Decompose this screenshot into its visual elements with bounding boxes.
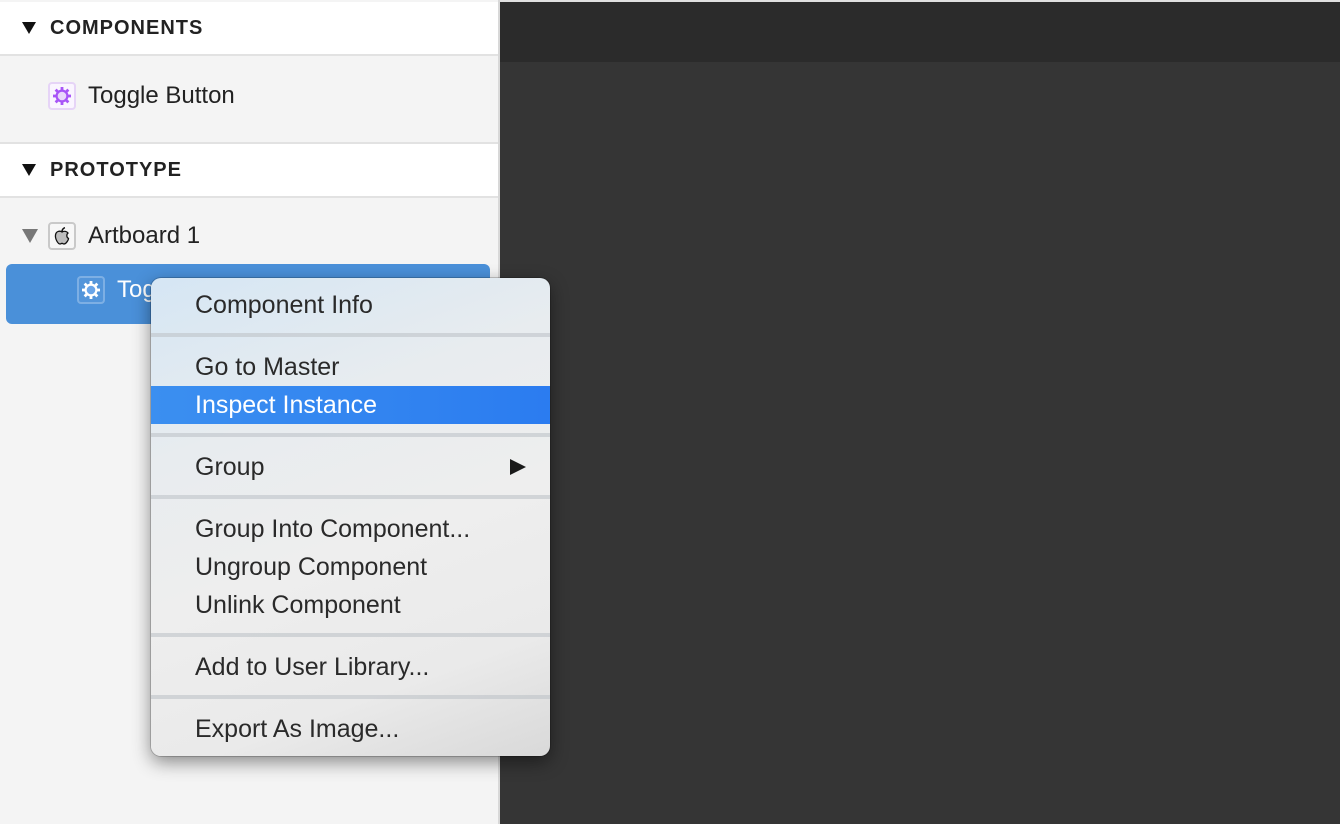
- menu-item-label: Inspect Instance: [195, 390, 378, 419]
- menu-item-export-as-image[interactable]: Export As Image...: [151, 710, 550, 748]
- disclosure-triangle-icon[interactable]: [22, 22, 36, 34]
- menu-item-go-to-master[interactable]: Go to Master: [151, 348, 550, 386]
- menu-item-label: Component Info: [195, 290, 373, 319]
- component-item-toggle-button[interactable]: Toggle Button: [48, 78, 235, 114]
- gear-icon: [48, 82, 76, 110]
- submenu-arrow-icon: [510, 459, 526, 475]
- layer-artboard-1[interactable]: Artboard 1: [22, 218, 200, 254]
- menu-item-add-to-user-library[interactable]: Add to User Library...: [151, 648, 550, 686]
- menu-item-group-into-component[interactable]: Group Into Component...: [151, 510, 550, 548]
- disclosure-triangle-icon[interactable]: [22, 229, 38, 243]
- section-title: PROTOTYPE: [50, 158, 182, 181]
- menu-item-label: Export As Image...: [195, 714, 400, 743]
- disclosure-triangle-icon[interactable]: [22, 164, 36, 176]
- menu-item-unlink-component[interactable]: Unlink Component: [151, 586, 550, 624]
- gear-icon: [77, 276, 105, 304]
- menu-item-inspect-instance[interactable]: Inspect Instance: [151, 386, 550, 424]
- context-menu: Component Info Go to Master Inspect Inst…: [151, 278, 550, 756]
- canvas-area[interactable]: [500, 62, 1340, 824]
- artboard-label: Artboard 1: [88, 222, 201, 249]
- component-label: Toggle Button: [88, 82, 235, 109]
- menu-item-ungroup-component[interactable]: Ungroup Component: [151, 548, 550, 586]
- menu-separator: [151, 433, 550, 437]
- section-header-prototype[interactable]: PROTOTYPE: [0, 142, 498, 198]
- menu-item-group[interactable]: Group: [151, 448, 550, 486]
- menu-item-label: Go to Master: [195, 352, 340, 381]
- canvas-toolbar: [500, 2, 1340, 62]
- menu-separator: [151, 695, 550, 699]
- menu-item-label: Add to User Library...: [195, 652, 430, 681]
- menu-item-label: Ungroup Component: [195, 552, 428, 581]
- menu-item-label: Unlink Component: [195, 590, 401, 619]
- menu-item-label: Group: [195, 452, 265, 481]
- menu-separator: [151, 633, 550, 637]
- section-header-components[interactable]: COMPONENTS: [0, 2, 498, 56]
- menu-separator: [151, 495, 550, 499]
- menu-item-component-info[interactable]: Component Info: [151, 286, 550, 324]
- menu-separator: [151, 333, 550, 337]
- section-title: COMPONENTS: [50, 16, 204, 39]
- layer-label: Tog: [117, 276, 156, 303]
- apple-icon: [48, 222, 76, 250]
- menu-item-label: Group Into Component...: [195, 514, 471, 543]
